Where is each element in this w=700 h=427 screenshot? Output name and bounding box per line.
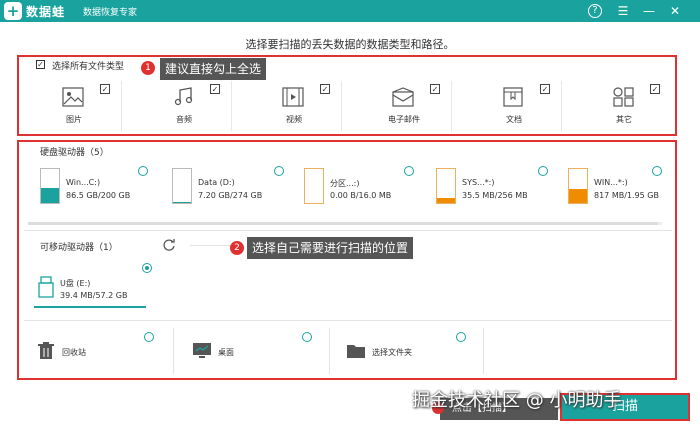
drive-partition-radio[interactable] (404, 166, 414, 176)
filetype-image-checkbox[interactable]: ✓ (100, 84, 110, 94)
section-divider (24, 230, 672, 231)
filetype-audio[interactable]: ✓ 音频 (136, 81, 232, 131)
drive-d-size: 7.20 GB/274 GB (198, 191, 263, 200)
drive-horizontal-scrollbar[interactable] (28, 222, 662, 225)
removable-drive-section-label: 可移动驱动器（1） (40, 243, 118, 253)
title-bar: + 数据蛙 数据恢复专家 ? ☰ — ✕ (0, 0, 700, 22)
drive-win-name: WIN...*:) (594, 178, 628, 187)
callout-1-text: 建议直接勾上全选 (160, 58, 267, 80)
app-logo-icon: + (4, 2, 22, 20)
drive-sys-usage-bar (437, 198, 455, 203)
drive-c-usage-bar (41, 188, 59, 203)
drive-partition-size: 0.00 B/16.0 MB (330, 191, 392, 200)
drive-win-size: 817 MB/1.95 GB (594, 191, 659, 200)
callout-1-number: 1 (141, 61, 155, 75)
filetype-document-label: 文档 (506, 115, 522, 124)
filetype-other-checkbox[interactable]: ✓ (650, 84, 660, 94)
callout-2-text: 选择自己需要进行扫描的位置 (247, 237, 414, 259)
drive-c-radio[interactable] (138, 166, 148, 176)
hard-drive-section-label: 硬盘驱动器（5） (40, 148, 109, 158)
filetype-document[interactable]: ✓ 文档 (466, 81, 562, 131)
image-icon (62, 87, 84, 107)
drive-c-name: Win...C:) (66, 178, 101, 187)
filetype-other-label: 其它 (616, 115, 632, 124)
drive-c-size: 86.5 GB/200 GB (66, 191, 131, 200)
filetype-image[interactable]: ✓ 图片 (26, 81, 122, 131)
usb-drive-name: U盘 (E:) (60, 279, 91, 288)
drive-d-icon (172, 168, 192, 204)
watermark: 掘金技术社区 @ 小明助手 (412, 390, 622, 411)
music-icon (174, 87, 193, 106)
usb-drive-item[interactable]: U盘 (E:) 39.4 MB/57.2 GB (34, 268, 146, 308)
recycle-bin-label: 回收站 (62, 348, 86, 357)
filetype-audio-label: 音频 (176, 115, 192, 124)
drive-c-icon (40, 168, 60, 204)
video-icon (282, 87, 304, 107)
desktop-label: 桌面 (218, 348, 234, 357)
usb-drive-icon (38, 276, 54, 298)
drive-win-radio[interactable] (652, 166, 662, 176)
drive-win-usage-bar (569, 188, 587, 203)
filetype-video-label: 视频 (286, 115, 302, 124)
refresh-icon[interactable] (162, 238, 176, 252)
drive-scroll-thumb[interactable] (28, 222, 658, 225)
usb-drive-size: 39.4 MB/57.2 GB (60, 291, 128, 300)
location-divider (24, 320, 672, 321)
drive-partition-name: 分区...:) (330, 179, 360, 188)
select-all-label: 选择所有文件类型 (52, 62, 125, 72)
choose-folder-radio[interactable] (456, 332, 466, 342)
drive-sys-size: 35.5 MB/256 MB (462, 191, 528, 200)
drive-d-usage-bar (173, 201, 191, 203)
drive-sys-icon (436, 168, 456, 204)
callout-2-leader (190, 245, 230, 246)
app-name: 数据蛙 (26, 5, 66, 19)
drive-sys-radio[interactable] (538, 166, 548, 176)
filetype-image-label: 图片 (66, 115, 82, 124)
desktop-radio[interactable] (302, 332, 312, 342)
filetype-audio-checkbox[interactable]: ✓ (210, 84, 220, 94)
filetype-other[interactable]: ✓ 其它 (576, 81, 672, 131)
filetype-email-label: 电子邮件 (388, 115, 420, 124)
filetype-video-checkbox[interactable]: ✓ (320, 84, 330, 94)
app-subtitle: 数据恢复专家 (83, 8, 138, 18)
document-icon (503, 87, 523, 107)
menu-icon[interactable]: ☰ (614, 2, 632, 20)
mail-icon (392, 87, 414, 107)
drive-item-win[interactable]: WIN...*:) 817 MB/1.95 GB (568, 168, 688, 208)
filetype-document-checkbox[interactable]: ✓ (540, 84, 550, 94)
close-icon[interactable]: ✕ (666, 2, 684, 20)
drive-partition-icon (304, 168, 324, 204)
filetype-email-checkbox[interactable]: ✓ (430, 84, 440, 94)
minimize-icon[interactable]: — (640, 2, 658, 20)
instruction-text: 选择要扫描的丢失数据的数据类型和路径。 (245, 38, 455, 51)
filetype-email[interactable]: ✓ 电子邮件 (356, 81, 452, 131)
drive-d-name: Data (D:) (198, 178, 235, 187)
drive-sys-name: SYS...*:) (462, 178, 495, 187)
recycle-bin-radio[interactable] (144, 332, 154, 342)
other-icon (613, 87, 634, 107)
folder-icon (347, 345, 365, 358)
help-icon[interactable]: ? (588, 4, 602, 18)
recycle-bin-icon (38, 342, 54, 359)
choose-folder-label: 选择文件夹 (372, 348, 412, 357)
callout-2-number: 2 (230, 241, 244, 255)
select-all-checkbox[interactable]: ✓ (36, 60, 45, 69)
filetype-video[interactable]: ✓ 视频 (246, 81, 342, 131)
drive-win-icon (568, 168, 588, 204)
drive-d-radio[interactable] (274, 166, 284, 176)
desktop-icon (193, 343, 211, 358)
